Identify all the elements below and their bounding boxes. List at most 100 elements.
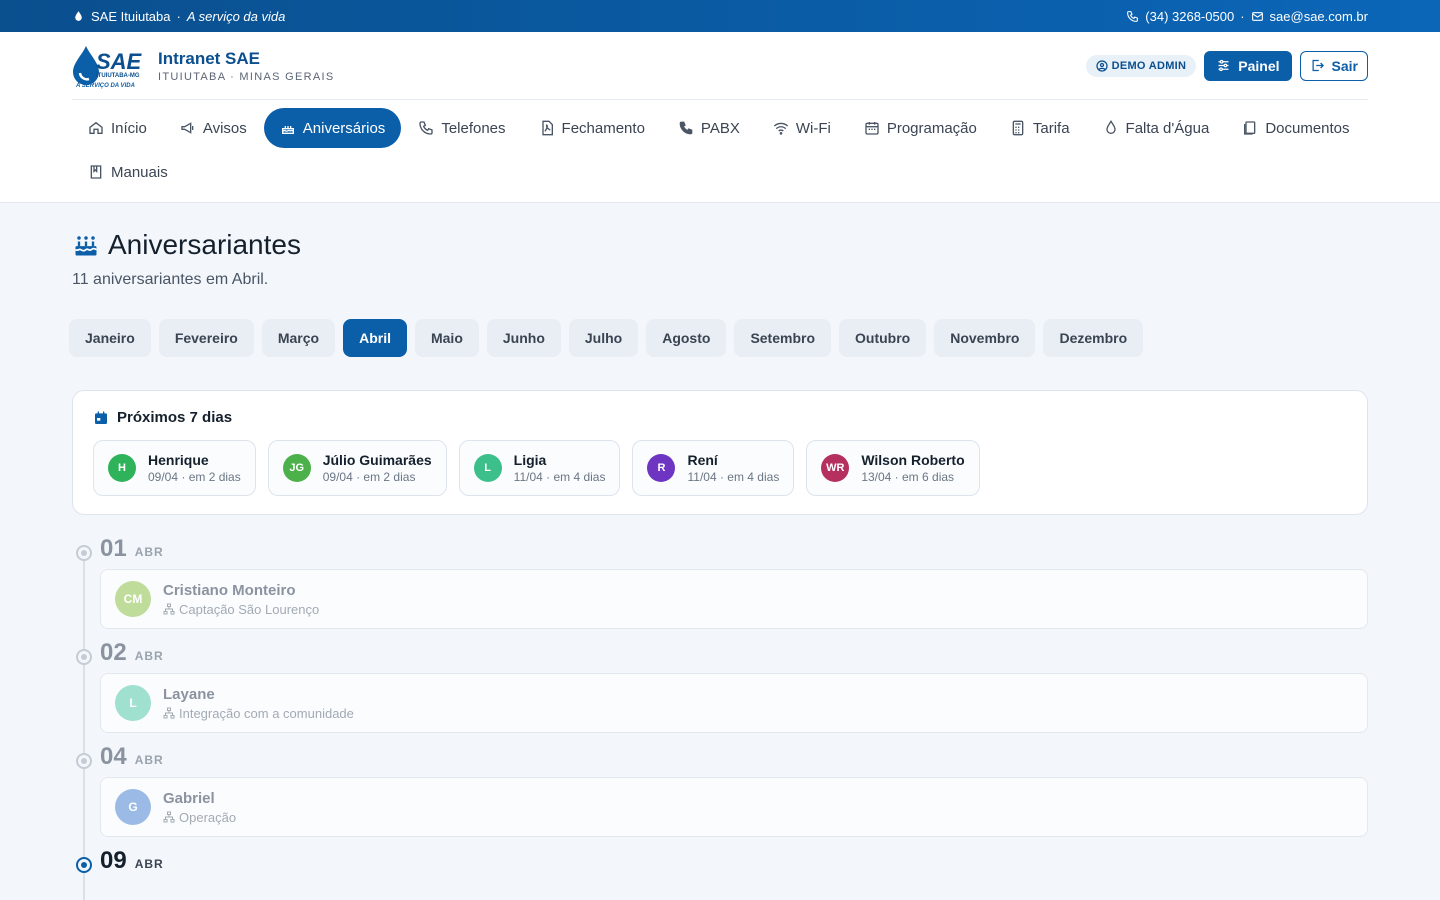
user-badge[interactable]: DEMO ADMIN: [1085, 54, 1197, 77]
month-tab-julho[interactable]: Julho: [568, 319, 639, 357]
month-tab-marco[interactable]: Março: [261, 319, 336, 357]
month-tab-junho[interactable]: Junho: [486, 319, 561, 357]
person-department: Captação São Lourenço: [163, 602, 319, 617]
timeline-month: ABR: [134, 857, 164, 871]
timeline-day: 04: [100, 743, 127, 770]
pdf-icon: [541, 120, 553, 136]
calendar-icon: [95, 410, 107, 424]
contact-phone[interactable]: (34) 3268-0500: [1145, 9, 1234, 24]
timeline-dot: [76, 649, 92, 665]
nav-item-telefones[interactable]: Telefones: [402, 108, 521, 148]
upcoming-item[interactable]: R Rení 11/04 · em 4 dias: [632, 440, 795, 496]
avatar: R: [647, 454, 676, 482]
month-tab-janeiro[interactable]: Janeiro: [69, 319, 151, 357]
timeline-month: ABR: [134, 545, 164, 559]
main-content: Aniversariantes 11 aniversariantes em Ab…: [69, 203, 1368, 900]
upcoming-title-text: Próximos 7 dias: [117, 409, 233, 426]
upcoming-meta: 09/04 · em 2 dias: [322, 470, 416, 484]
upcoming-item[interactable]: L Ligia 11/04 · em 4 dias: [458, 440, 621, 496]
department-label: Captação São Lourenço: [179, 601, 320, 617]
megaphone-icon: [181, 122, 194, 134]
nav-item-pabx[interactable]: PABX: [662, 108, 756, 148]
page-subtitle: 11 aniversariantes em Abril.: [72, 271, 269, 288]
phone-icon: [419, 121, 433, 135]
timeline-day-group: 04 ABR G Gabriel Operação: [72, 743, 1368, 837]
avatar: CM: [115, 581, 151, 617]
person-card[interactable]: G Gabriel Operação: [100, 777, 1368, 837]
upcoming-item[interactable]: WR Wilson Roberto 13/04 · em 6 dias: [806, 440, 980, 496]
calculator-icon: [1012, 120, 1024, 136]
timeline-day: 02: [100, 639, 127, 666]
month-tab-novembro[interactable]: Novembro: [934, 319, 1036, 357]
logout-button[interactable]: Sair: [1299, 50, 1368, 81]
month-tab-outubro[interactable]: Outubro: [839, 319, 927, 357]
cake-icon: [74, 236, 97, 256]
nav-item-manuais[interactable]: Manuais: [72, 152, 184, 192]
timeline-day-group: 09 ABR: [72, 847, 1368, 879]
nav-label: Telefones: [441, 119, 506, 137]
nav-item-documentos[interactable]: Documentos: [1226, 108, 1365, 148]
nav-item-wifi[interactable]: Wi-Fi: [757, 108, 847, 148]
person-name: Gabriel: [163, 789, 215, 807]
upcoming-title: Próximos 7 dias: [93, 409, 1347, 426]
timeline-date: 01 ABR: [100, 535, 1368, 567]
nav-item-fechamento[interactable]: Fechamento: [523, 108, 661, 148]
month-tab-dezembro[interactable]: Dezembro: [1043, 319, 1144, 357]
person-department: Integração com a comunidade: [163, 706, 354, 721]
mail-icon: [1251, 11, 1263, 21]
timeline-dot: [76, 545, 92, 561]
timeline-dot-current: [76, 857, 92, 873]
logo-sub2: A SERVIÇO DA VIDA: [75, 83, 135, 89]
nav-label: PABX: [700, 119, 740, 137]
timeline-date: 09 ABR: [100, 847, 1368, 879]
timeline-dot: [76, 753, 92, 769]
logo-sub1: ITUIUTABA-MG: [96, 73, 140, 79]
painel-button[interactable]: Painel: [1204, 50, 1292, 81]
month-tab-fevereiro[interactable]: Fevereiro: [158, 319, 254, 357]
person-card[interactable]: L Layane Integração com a comunidade: [100, 673, 1368, 733]
nav-item-aniversarios[interactable]: Aniversários: [263, 108, 402, 148]
month-tab-abril[interactable]: Abril: [343, 319, 407, 357]
nav-item-tarifa[interactable]: Tarifa: [994, 108, 1086, 148]
upcoming-list: H Henrique 09/04 · em 2 dias JG Júlio Gui…: [93, 440, 1347, 496]
phone-icon: [1127, 10, 1139, 22]
nav-item-falta-dagua[interactable]: Falta d'Água: [1087, 108, 1226, 148]
timeline-month: ABR: [134, 649, 164, 663]
nav-label: Falta d'Água: [1125, 119, 1210, 137]
separator: ·: [176, 8, 181, 24]
person-card[interactable]: CM Cristiano Monteiro Captação São Loure…: [100, 569, 1368, 629]
avatar: L: [115, 685, 151, 721]
contact-email[interactable]: sae@sae.com.br: [1270, 9, 1368, 24]
upcoming-item[interactable]: JG Júlio Guimarães 09/04 · em 2 dias: [267, 440, 447, 496]
upcoming-item[interactable]: H Henrique 09/04 · em 2 dias: [93, 440, 256, 496]
upcoming-name: Rení: [687, 452, 718, 468]
nav-label: Tarifa: [1032, 119, 1070, 137]
avatar: JG: [282, 454, 311, 482]
month-tab-maio[interactable]: Maio: [414, 319, 479, 357]
avatar: H: [108, 454, 136, 482]
logo-text: SAE: [96, 49, 143, 74]
timeline-date: 02 ABR: [100, 639, 1368, 671]
nav-label: Programação: [886, 119, 977, 137]
org-chart-icon: [163, 707, 175, 719]
brand-subtitle: ITUIUTABA · MINAS GERAIS: [158, 70, 335, 83]
nav-item-inicio[interactable]: Início: [72, 108, 163, 148]
nav-item-avisos[interactable]: Avisos: [164, 108, 263, 148]
phone-filled-icon: [679, 121, 693, 135]
avatar: L: [473, 454, 502, 482]
upcoming-meta: 09/04 · em 2 dias: [148, 470, 241, 484]
calendar-icon: [865, 122, 879, 135]
department-label: Operação: [179, 809, 237, 825]
drop-icon: [75, 10, 82, 21]
avatar: WR: [821, 454, 850, 482]
nav-label: Documentos: [1265, 119, 1350, 137]
painel-label: Painel: [1238, 57, 1280, 74]
month-tab-setembro[interactable]: Setembro: [734, 319, 832, 357]
nav-item-programacao[interactable]: Programação: [848, 108, 993, 148]
month-tab-agosto[interactable]: Agosto: [646, 319, 727, 357]
brand[interactable]: SAE ITUIUTABA-MG A SERVIÇO DA VIDA Intra…: [72, 43, 334, 89]
avatar: G: [115, 789, 151, 825]
wifi-icon: [773, 122, 788, 135]
person-name: Cristiano Monteiro: [163, 581, 296, 599]
birthday-timeline: 01 ABR CM Cristiano Monteiro Captação Sã…: [72, 535, 1368, 900]
